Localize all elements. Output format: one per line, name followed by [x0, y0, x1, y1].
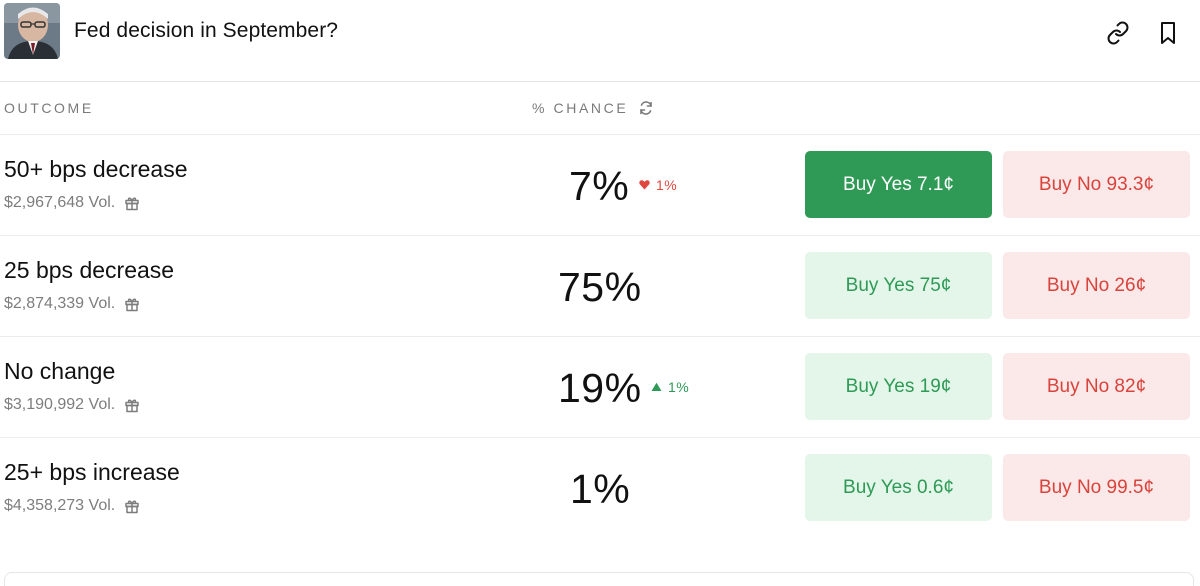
- outcome-volume: $3,190,992 Vol.: [4, 396, 140, 414]
- outcome-chance: 75%: [558, 264, 642, 310]
- outcome-volume: $2,874,339 Vol.: [4, 295, 140, 313]
- market-avatar: [4, 3, 60, 59]
- outcome-name: 25+ bps increase: [4, 459, 180, 485]
- outcome-row: 25 bps decrease $2,874,339 Vol. 75% Buy …: [0, 236, 1200, 337]
- refresh-icon[interactable]: [638, 100, 654, 116]
- bookmark-icon[interactable]: [1155, 20, 1181, 46]
- outcome-volume-text: $2,874,339 Vol.: [4, 295, 116, 312]
- buy-yes-button[interactable]: Buy Yes 7.1¢: [805, 151, 992, 218]
- market-header: Fed decision in September?: [0, 0, 1200, 82]
- gift-icon[interactable]: [124, 195, 140, 211]
- column-header-chance-label: % CHANCE: [532, 100, 629, 116]
- chance-change-value: 1%: [656, 177, 678, 193]
- buy-yes-button[interactable]: Buy Yes 19¢: [805, 353, 992, 420]
- outcome-chance: 19%: [558, 365, 642, 411]
- outcome-row: No change $3,190,992 Vol. 19% 1% Buy Yes…: [0, 337, 1200, 438]
- chance-change-value: 1%: [668, 379, 690, 395]
- outcome-volume-text: $4,358,273 Vol.: [4, 497, 116, 514]
- outcome-name: 50+ bps decrease: [4, 156, 188, 182]
- next-card-edge: [4, 572, 1194, 586]
- buy-yes-button[interactable]: Buy Yes 75¢: [805, 252, 992, 319]
- market-card: Fed decision in September? OUTCOME % CHA…: [0, 0, 1200, 586]
- outcome-name: 25 bps decrease: [4, 257, 175, 283]
- outcome-volume: $4,358,273 Vol.: [4, 497, 140, 515]
- buy-no-button[interactable]: Buy No 26¢: [1003, 252, 1190, 319]
- column-header-chance: % CHANCE: [532, 100, 654, 116]
- heart-down-icon: [639, 180, 650, 190]
- gift-icon[interactable]: [124, 498, 140, 514]
- chance-change-down: 1%: [639, 177, 677, 193]
- outcome-volume-text: $2,967,648 Vol.: [4, 194, 116, 211]
- outcome-row: 50+ bps decrease $2,967,648 Vol. 7% 1% B…: [0, 135, 1200, 236]
- gift-icon[interactable]: [124, 397, 140, 413]
- outcome-chance: 1%: [570, 466, 631, 512]
- link-icon[interactable]: [1105, 20, 1131, 46]
- outcome-name: No change: [4, 358, 116, 384]
- buy-yes-button[interactable]: Buy Yes 0.6¢: [805, 454, 992, 521]
- gift-icon[interactable]: [124, 296, 140, 312]
- outcome-chance: 7%: [569, 163, 630, 209]
- outcome-row: 25+ bps increase $4,358,273 Vol. 1% Buy …: [0, 438, 1200, 539]
- column-header-outcome: OUTCOME: [4, 100, 94, 116]
- market-title: Fed decision in September?: [74, 19, 339, 42]
- outcome-volume-text: $3,190,992 Vol.: [4, 396, 116, 413]
- buy-no-button[interactable]: Buy No 82¢: [1003, 353, 1190, 420]
- buy-no-button[interactable]: Buy No 99.5¢: [1003, 454, 1190, 521]
- triangle-up-icon: [651, 382, 662, 392]
- chance-change-up: 1%: [651, 379, 689, 395]
- outcome-volume: $2,967,648 Vol.: [4, 194, 140, 212]
- buy-no-button[interactable]: Buy No 93.3¢: [1003, 151, 1190, 218]
